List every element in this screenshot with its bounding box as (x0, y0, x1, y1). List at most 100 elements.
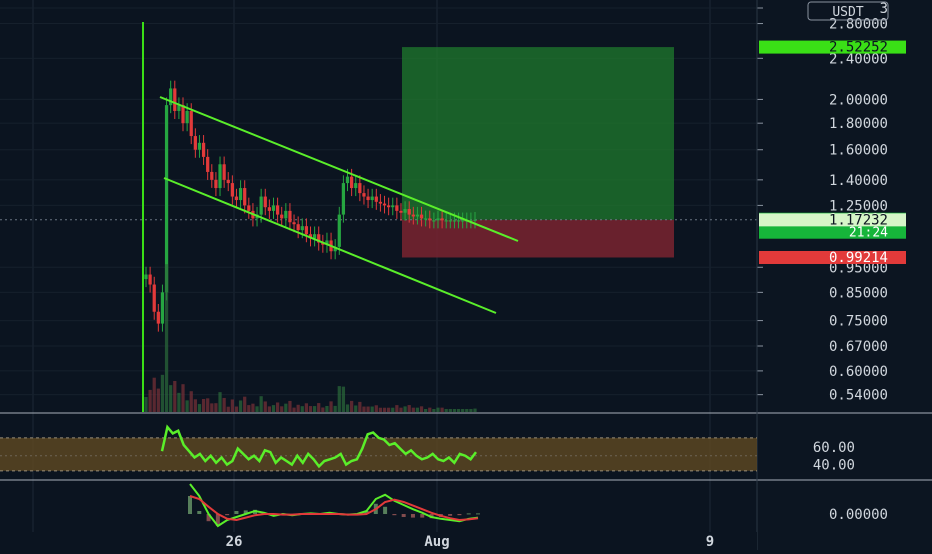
candle-body[interactable] (411, 214, 415, 217)
candle-body[interactable] (419, 214, 424, 219)
candle-body[interactable] (403, 209, 407, 213)
candle-body[interactable] (350, 176, 354, 189)
x-tick-label: 26 (226, 534, 243, 550)
candle-body[interactable] (362, 193, 366, 197)
candle-body[interactable] (210, 171, 214, 180)
volume-bar (247, 405, 251, 412)
candle-body[interactable] (181, 105, 185, 124)
candle-body[interactable] (452, 220, 457, 222)
volume-bar (469, 409, 473, 412)
candle-body[interactable] (366, 196, 370, 201)
candle-body[interactable] (395, 205, 399, 211)
candle-body[interactable] (461, 220, 465, 222)
candle-body[interactable] (444, 220, 448, 222)
candle-body[interactable] (243, 188, 247, 206)
loss-zone[interactable] (402, 219, 674, 258)
trading-chart[interactable]: 3 2.80000 2.40000 2.00000 1.80000 1.60000 1.40… (0, 0, 932, 550)
candle-body[interactable] (432, 220, 436, 222)
candle-body[interactable] (304, 226, 309, 235)
candle-body[interactable] (284, 210, 288, 219)
candle-body[interactable] (382, 203, 387, 206)
candle-body[interactable] (201, 142, 206, 157)
candle-body[interactable] (206, 156, 210, 172)
volume-bar (370, 406, 374, 412)
candle-body[interactable] (456, 220, 461, 222)
volume-bar (181, 384, 185, 412)
candle-body[interactable] (292, 222, 296, 225)
candle-body[interactable] (374, 196, 378, 202)
candle-body[interactable] (193, 136, 197, 150)
candle-body[interactable] (226, 179, 230, 184)
candle-body[interactable] (185, 110, 189, 124)
candle-body[interactable] (407, 209, 411, 215)
candle-body[interactable] (424, 218, 428, 220)
candle-body[interactable] (173, 88, 177, 111)
candle-body[interactable] (189, 110, 193, 137)
candle-body[interactable] (263, 196, 267, 208)
volume-bar (177, 392, 181, 412)
candle-body[interactable] (473, 219, 477, 221)
volume-bar (419, 406, 424, 412)
candle-body[interactable] (436, 218, 440, 221)
candle-body[interactable] (234, 196, 239, 201)
volume-bar (169, 385, 173, 412)
candle-body[interactable] (247, 205, 251, 211)
candle-body[interactable] (448, 220, 452, 222)
candle-body[interactable] (399, 210, 403, 213)
candle-body[interactable] (267, 207, 271, 211)
candle-body[interactable] (275, 205, 280, 215)
volume-bar (411, 407, 415, 412)
candle-body[interactable] (160, 292, 165, 324)
volume-bar (206, 398, 210, 412)
volume-bar (189, 391, 193, 412)
volume-bar (387, 407, 391, 412)
macd-histogram-bar (225, 514, 230, 516)
candle-body[interactable] (345, 176, 350, 184)
candle-body[interactable] (280, 214, 284, 219)
profit-zone[interactable] (402, 47, 674, 220)
candle-body[interactable] (144, 274, 148, 280)
candle-body[interactable] (218, 164, 222, 189)
volume-bar (292, 407, 296, 412)
volume-bar (325, 405, 329, 412)
candle-body[interactable] (148, 274, 152, 285)
candle-body[interactable] (230, 183, 234, 197)
macd-tick-label: 0.00000 (829, 507, 888, 523)
volume-bar (222, 397, 226, 412)
candle-body[interactable] (288, 210, 292, 223)
x-tick-label: Aug (424, 534, 449, 550)
candle-body[interactable] (238, 188, 243, 201)
volume-bar (461, 409, 465, 412)
volume-bar (275, 402, 280, 412)
y-tick-label: 0.60000 (829, 364, 888, 380)
candle-body[interactable] (440, 218, 444, 221)
candle-body[interactable] (387, 205, 391, 208)
volume-bar (391, 407, 395, 412)
candle-body[interactable] (214, 179, 218, 189)
volume-bar (284, 403, 288, 412)
candle-body[interactable] (296, 224, 300, 231)
candle-body[interactable] (259, 196, 263, 215)
candle-body[interactable] (354, 183, 358, 189)
candle-body[interactable] (152, 284, 156, 312)
candle-body[interactable] (415, 214, 420, 217)
candle-body[interactable] (156, 311, 160, 324)
candle-body[interactable] (271, 205, 276, 211)
candle-body[interactable] (222, 164, 226, 180)
volume-bar (374, 405, 378, 412)
candle-body[interactable] (300, 226, 304, 231)
candle-body[interactable] (197, 142, 202, 150)
y-tick-label: 0.85000 (829, 285, 888, 301)
volume-bar (267, 406, 271, 412)
volume-bar (144, 397, 148, 412)
candle-body[interactable] (378, 201, 383, 204)
candle-body[interactable] (337, 214, 341, 247)
volume-bar (378, 407, 383, 412)
volume-bar (436, 407, 440, 412)
candle-body[interactable] (428, 218, 432, 221)
candle-body[interactable] (358, 183, 362, 194)
candle-body[interactable] (370, 196, 374, 201)
candle-body[interactable] (341, 183, 346, 215)
chart-canvas[interactable]: 32.800002.400002.000001.800001.600001.40… (0, 0, 932, 550)
candle-body[interactable] (391, 205, 395, 208)
